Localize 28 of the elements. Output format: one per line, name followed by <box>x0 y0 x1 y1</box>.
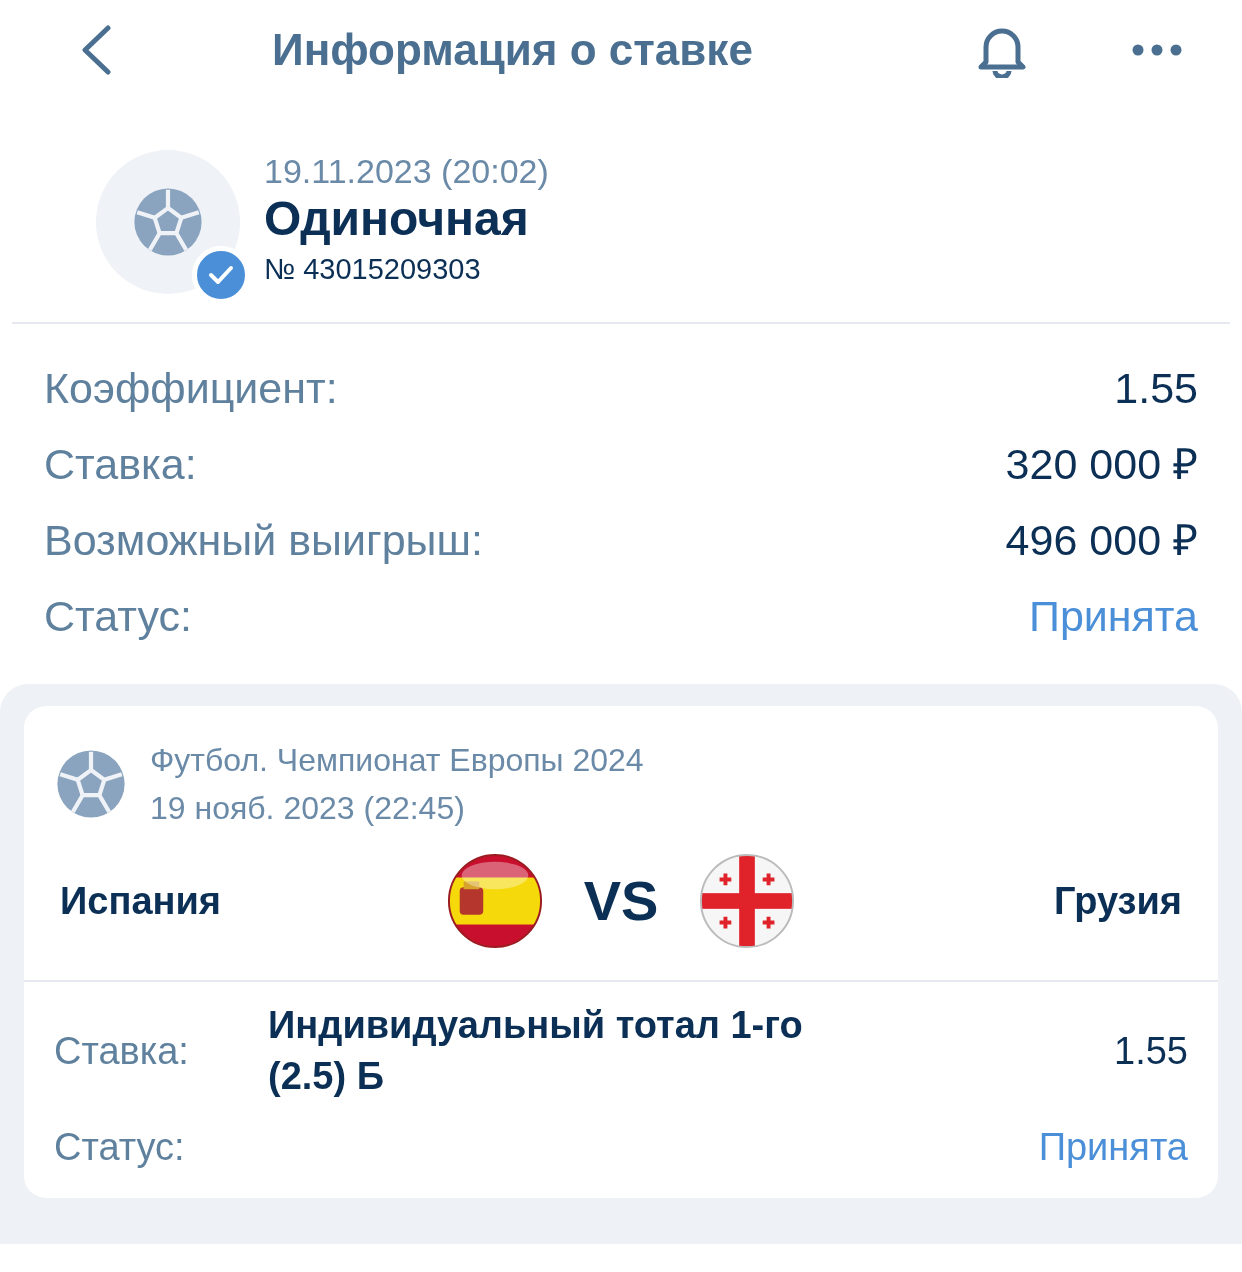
football-icon <box>56 749 126 819</box>
summary-label: Ставка: <box>44 438 197 490</box>
summary-label: Статус: <box>44 590 192 642</box>
summary-label: Коэффициент: <box>44 362 338 414</box>
summary-label: Возможный выигрыш: <box>44 514 483 566</box>
bet-type: Одиночная <box>264 191 530 248</box>
summary-value: 496 000 ₽ <box>1005 514 1198 566</box>
page-title: Информация о ставке <box>272 24 753 76</box>
market-name: Индивидуальный тотал 1-го (2.5) Б <box>268 1003 804 1100</box>
back-icon[interactable] <box>80 25 112 75</box>
football-icon <box>133 187 203 257</box>
versus-label: VS <box>583 868 659 934</box>
detail-label: Статус: <box>54 1124 186 1170</box>
summary-value: 320 000 ₽ <box>1005 438 1198 490</box>
summary-value: 1.55 <box>1114 362 1198 414</box>
team-name: Испания <box>60 878 223 924</box>
flag-icon <box>698 852 797 950</box>
flag-icon <box>445 852 544 950</box>
team-name: Грузия <box>1053 878 1182 924</box>
bet-number: № 43015209303 <box>264 251 482 287</box>
league-name: Футбол. Чемпионат Европы 2024 <box>150 741 644 780</box>
bet-date: 19.11.2023 (20:02) <box>264 152 549 191</box>
more-icon[interactable] <box>1132 44 1182 56</box>
detail-label: Ставка: <box>54 1028 190 1074</box>
odds-value: 1.55 <box>1114 1028 1188 1074</box>
status-value: Принята <box>1038 1124 1188 1170</box>
event-date: 19 нояб. 2023 (22:45) <box>150 789 466 828</box>
status-value: Принята <box>1029 590 1198 642</box>
